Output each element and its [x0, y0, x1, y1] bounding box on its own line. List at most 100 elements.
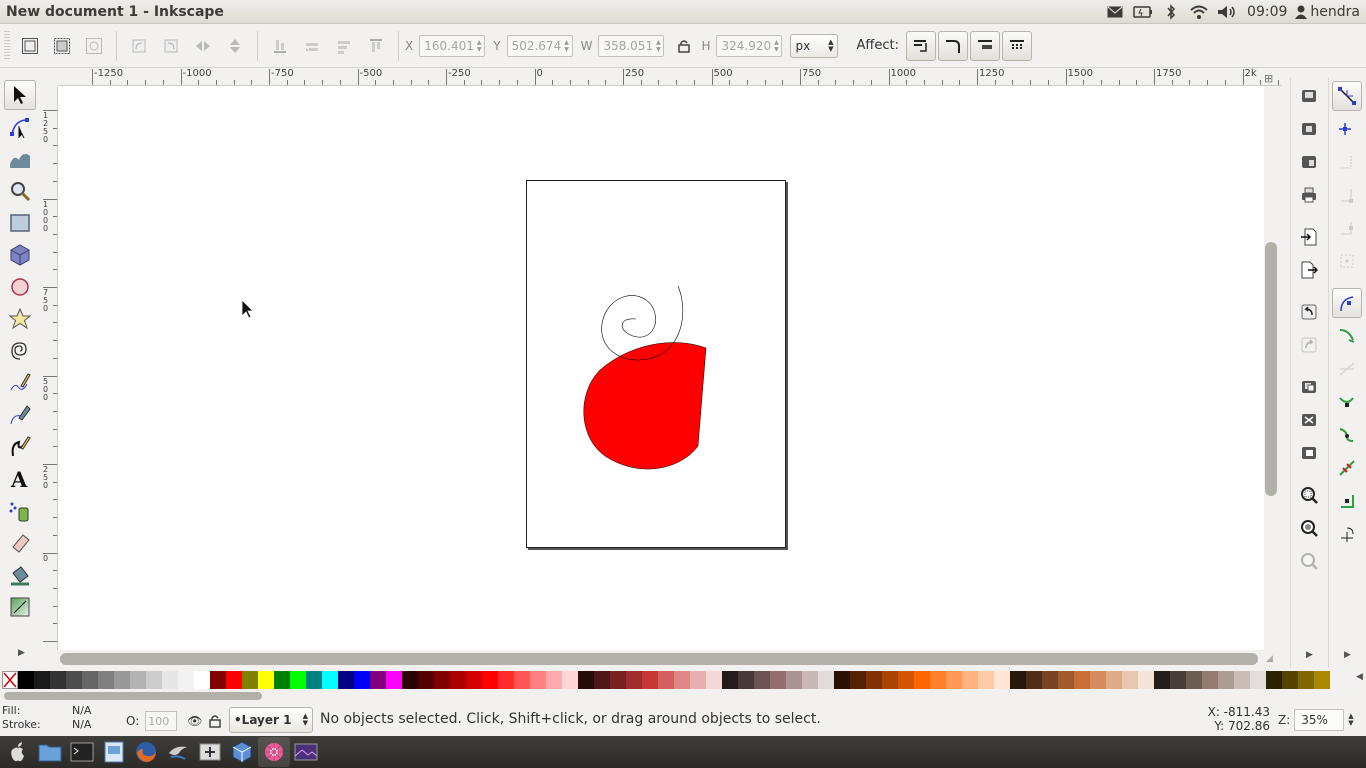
palette-swatch[interactable] [434, 671, 450, 689]
bluetooth-icon[interactable] [1157, 0, 1185, 24]
palette-swatch[interactable] [338, 671, 354, 689]
deselect-button[interactable] [79, 31, 109, 61]
palette-swatch[interactable] [370, 671, 386, 689]
battery-icon[interactable] [1129, 0, 1157, 24]
copy-button[interactable] [1294, 372, 1324, 402]
pencil-tool[interactable] [4, 368, 36, 398]
palette-swatch[interactable] [594, 671, 610, 689]
spin-arrows-icon[interactable]: ▲ ▼ [771, 39, 781, 53]
palette-swatch[interactable] [578, 671, 594, 689]
palette-swatch[interactable] [978, 671, 994, 689]
spin-arrows-icon[interactable]: ▲ ▼ [474, 39, 484, 53]
palette-swatch[interactable] [738, 671, 754, 689]
palette-swatch[interactable] [386, 671, 402, 689]
palette-swatch[interactable] [930, 671, 946, 689]
inkscape-taskbar-icon[interactable] [258, 737, 290, 767]
palette-swatch[interactable] [706, 671, 722, 689]
palette-swatch[interactable] [834, 671, 850, 689]
zoom-page-button[interactable] [1294, 546, 1324, 576]
palette-swatch[interactable] [1202, 671, 1218, 689]
apple-menu-icon[interactable] [2, 737, 34, 767]
virtualbox-icon[interactable] [226, 737, 258, 767]
bird-app-icon[interactable] [162, 737, 194, 767]
firefox-icon[interactable] [130, 737, 162, 767]
palette-swatch[interactable] [1058, 671, 1074, 689]
lower-to-bottom-button[interactable] [265, 31, 295, 61]
gradient-tool[interactable] [4, 592, 36, 622]
spray-tool[interactable] [4, 496, 36, 526]
palette-swatch[interactable] [802, 671, 818, 689]
select-all-button[interactable] [15, 31, 45, 61]
h-input[interactable]: 324.920 ▲ ▼ [716, 34, 783, 57]
redo-button[interactable] [1294, 330, 1324, 360]
palette-swatch[interactable] [1266, 671, 1282, 689]
palette-swatch[interactable] [1090, 671, 1106, 689]
tweak-tool[interactable] [4, 144, 36, 174]
palette-swatch[interactable] [226, 671, 242, 689]
palette-swatch[interactable] [1314, 671, 1330, 689]
palette-scrollbar-thumb[interactable] [4, 692, 262, 700]
palette-swatch[interactable] [1250, 671, 1266, 689]
lock-ratio-button[interactable] [673, 31, 695, 61]
flip-vertical-button[interactable] [220, 31, 250, 61]
x-input[interactable]: 160.401 ▲ ▼ [419, 34, 486, 57]
user-menu[interactable]: hendra [1295, 4, 1360, 20]
selector-tool[interactable] [4, 80, 36, 110]
layer-visibility-icon[interactable]: 👁 [187, 714, 202, 728]
red-spiral-shape[interactable] [583, 342, 707, 470]
palette-swatch[interactable] [146, 671, 162, 689]
horizontal-ruler[interactable]: -1250 -1000 -750 -500 -250 0 250 500 750 1000 1250… [58, 68, 1282, 86]
palette-swatch[interactable] [306, 671, 322, 689]
spiral-tool[interactable] [4, 336, 36, 366]
palette-swatch[interactable] [818, 671, 834, 689]
palette-swatch[interactable] [34, 671, 50, 689]
add-app-icon[interactable] [194, 737, 226, 767]
affect-gradients-button[interactable] [969, 30, 1000, 61]
palette-swatch[interactable] [626, 671, 642, 689]
snap-bbox-edge-button[interactable] [1332, 147, 1362, 177]
palette-swatch[interactable] [1186, 671, 1202, 689]
palette-swatch[interactable] [994, 671, 1010, 689]
toolbox-expand-icon[interactable]: ▶ [18, 648, 25, 658]
palette-swatch[interactable] [1074, 671, 1090, 689]
chevron-updown-icon[interactable]: ▲ ▼ [1348, 713, 1353, 727]
palette-swatch[interactable] [466, 671, 482, 689]
cut-button[interactable] [1294, 405, 1324, 435]
palette-swatch[interactable] [850, 671, 866, 689]
palette-swatch[interactable] [194, 671, 210, 689]
zoom-input[interactable]: 35% [1294, 709, 1345, 731]
palette-swatch[interactable] [1122, 671, 1138, 689]
fill-stroke-indicator[interactable]: Fill: N/A Stroke: N/A [2, 704, 91, 732]
snap-toggle-button[interactable] [1332, 81, 1362, 111]
palette-swatch[interactable] [274, 671, 290, 689]
palette-swatch[interactable] [722, 671, 738, 689]
snap-bbox-center-button[interactable] [1332, 246, 1362, 276]
ellipse-tool[interactable] [4, 272, 36, 302]
snap-expand-icon[interactable]: ▶ [1344, 650, 1351, 660]
palette-swatch[interactable] [258, 671, 274, 689]
new-document-button[interactable] [1294, 81, 1324, 111]
commands-expand-icon[interactable]: ▶ [1306, 650, 1313, 660]
terminal-icon[interactable] [66, 737, 98, 767]
lower-button[interactable] [297, 31, 327, 61]
zoom-tool[interactable] [4, 176, 36, 206]
palette-swatch[interactable] [610, 671, 626, 689]
no-paint-swatch[interactable] [2, 671, 18, 689]
star-tool[interactable] [4, 304, 36, 334]
undo-button[interactable] [1294, 297, 1324, 327]
paint-bucket-tool[interactable] [4, 560, 36, 590]
import-button[interactable] [1294, 222, 1324, 252]
text-tool[interactable]: A [4, 464, 36, 494]
current-layer-select[interactable]: •Layer 1 ▲ ▼ [229, 707, 313, 733]
palette-swatch[interactable] [1218, 671, 1234, 689]
snap-cusp-nodes-button[interactable] [1332, 387, 1362, 417]
palette-swatch[interactable] [770, 671, 786, 689]
palette-swatch[interactable] [898, 671, 914, 689]
palette-swatch[interactable] [354, 671, 370, 689]
w-input[interactable]: 358.051 ▲ ▼ [598, 34, 665, 57]
vertical-scrollbar-thumb[interactable] [1265, 242, 1277, 496]
palette-swatch[interactable] [114, 671, 130, 689]
snap-smooth-nodes-button[interactable] [1332, 420, 1362, 450]
palette-swatch[interactable] [1282, 671, 1298, 689]
palette-swatch[interactable] [546, 671, 562, 689]
